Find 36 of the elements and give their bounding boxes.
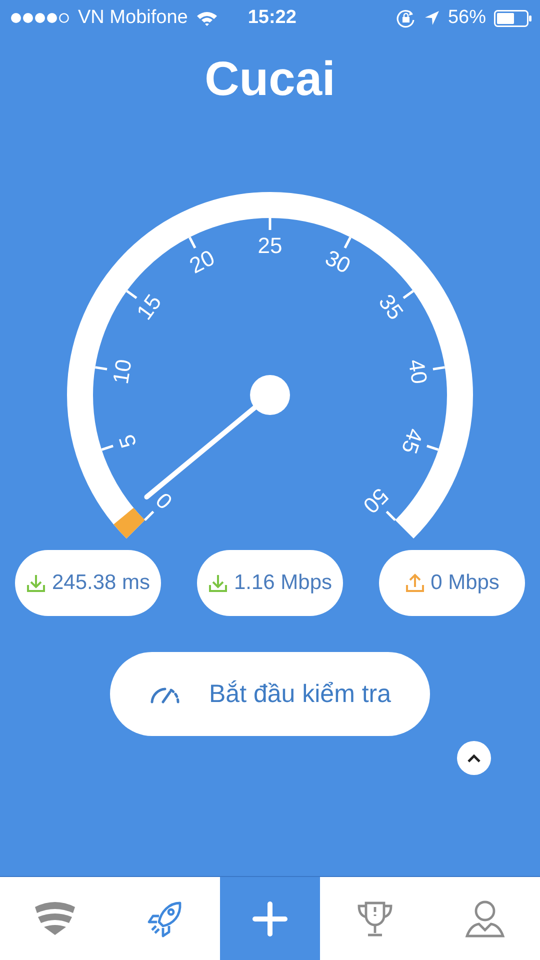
chevron-up-icon xyxy=(467,754,481,762)
battery-icon xyxy=(494,10,532,26)
profile-icon xyxy=(465,900,505,938)
gauge-label: 35 xyxy=(374,290,408,324)
result-value: 1.16 Mbps xyxy=(234,571,332,595)
gauge-label: 40 xyxy=(404,358,432,386)
trophy-icon xyxy=(356,900,394,938)
rocket-icon xyxy=(147,900,183,938)
gauge-label: 30 xyxy=(321,244,355,278)
download-icon xyxy=(26,573,46,593)
app-title: Cucai xyxy=(204,52,336,108)
gauge-label: 50 xyxy=(358,483,394,518)
gauge-fill xyxy=(114,508,145,538)
download-icon xyxy=(208,573,228,593)
start-test-button[interactable]: Bắt đầu kiểm tra xyxy=(110,652,430,736)
gauge-label: 5 xyxy=(114,432,142,451)
signal-icon xyxy=(10,12,70,24)
gauge-label: 15 xyxy=(132,290,166,324)
gauge-label: 0 xyxy=(150,488,178,514)
wifi-icon xyxy=(196,10,218,26)
upload-icon xyxy=(404,573,425,593)
rotation-lock-icon xyxy=(396,8,416,28)
scroll-up-button[interactable] xyxy=(457,741,491,775)
result-value: 0 Mbps xyxy=(430,571,500,595)
carrier-name: VN Mobifone xyxy=(78,7,188,29)
plus-icon xyxy=(252,900,288,936)
gauge-label: 45 xyxy=(396,426,428,457)
add-tab[interactable] xyxy=(220,877,320,960)
wifi-shield-icon xyxy=(33,900,77,936)
gauge-label: 25 xyxy=(258,232,282,258)
gauge-label: 10 xyxy=(108,358,136,386)
location-icon xyxy=(424,10,440,26)
battery-percent: 56% xyxy=(448,7,486,29)
gauge-label: 20 xyxy=(185,244,219,278)
result-value: 245.38 ms xyxy=(52,571,150,595)
status-time: 15:22 xyxy=(248,7,296,29)
